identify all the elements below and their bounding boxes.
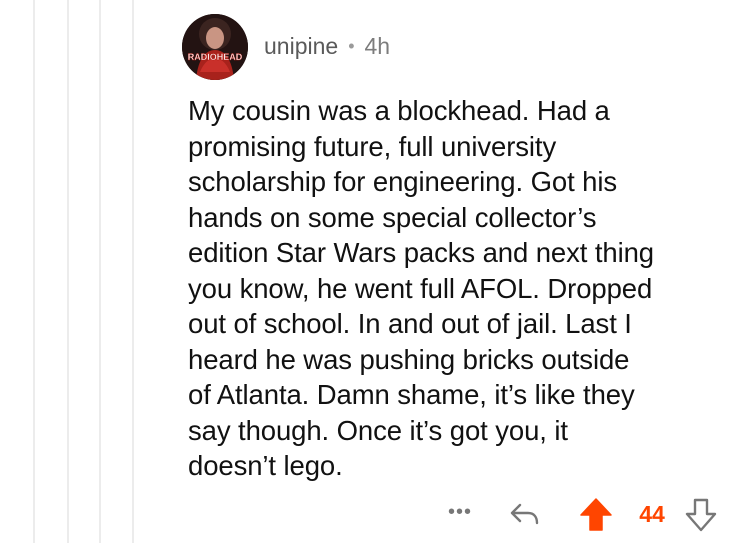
upvote-button[interactable] [578,496,614,532]
timestamp: 4h [364,32,391,59]
comment-line: out of school. In and out of jail. Last … [188,308,632,339]
more-options-button[interactable]: ••• [444,498,476,528]
comment-action-bar: ••• 44 [0,494,750,534]
vote-count: 44 [639,501,665,527]
avatar[interactable]: RADIOHEAD [182,14,248,80]
username-link[interactable]: unipine [264,33,338,60]
comment-line: hands on some special collector’s [188,201,597,233]
comment-line: heard he was pushing bricks outside [188,343,630,375]
comment-body: My cousin was a blockhead. Had a promisi… [188,93,728,484]
downvote-arrow-icon [685,498,717,532]
thread-line-2[interactable] [67,0,69,543]
comment-line: scholarship for engineering. Got his [188,166,618,197]
comment-line: doesn’t lego. [188,450,343,481]
reply-arrow-icon [510,503,539,525]
comment-line: promising future, full university [188,130,557,162]
comment-meta: unipine • 4h [264,30,390,62]
downvote-button[interactable] [684,497,718,533]
meta-separator: • [348,35,355,56]
comment-line: say though. Once it’s got you, it [188,414,568,446]
avatar-logo-text: RADIOHEAD [188,52,243,62]
comment-line: My cousin was a blockhead. Had a [188,95,610,126]
upvote-arrow-icon [580,498,612,531]
thread-line-1[interactable] [33,0,35,543]
comment-line: you know, he went full AFOL. Dropped [188,272,653,304]
comment-line: of Atlanta. Damn shame, it’s like they [188,379,635,410]
avatar-image: RADIOHEAD [182,14,248,80]
reply-button[interactable] [508,498,542,530]
ellipsis-icon: ••• [447,501,472,523]
comment-line: edition Star Wars packs and next thing [188,237,654,268]
thread-line-4[interactable] [132,0,134,543]
thread-line-3[interactable] [99,0,101,543]
